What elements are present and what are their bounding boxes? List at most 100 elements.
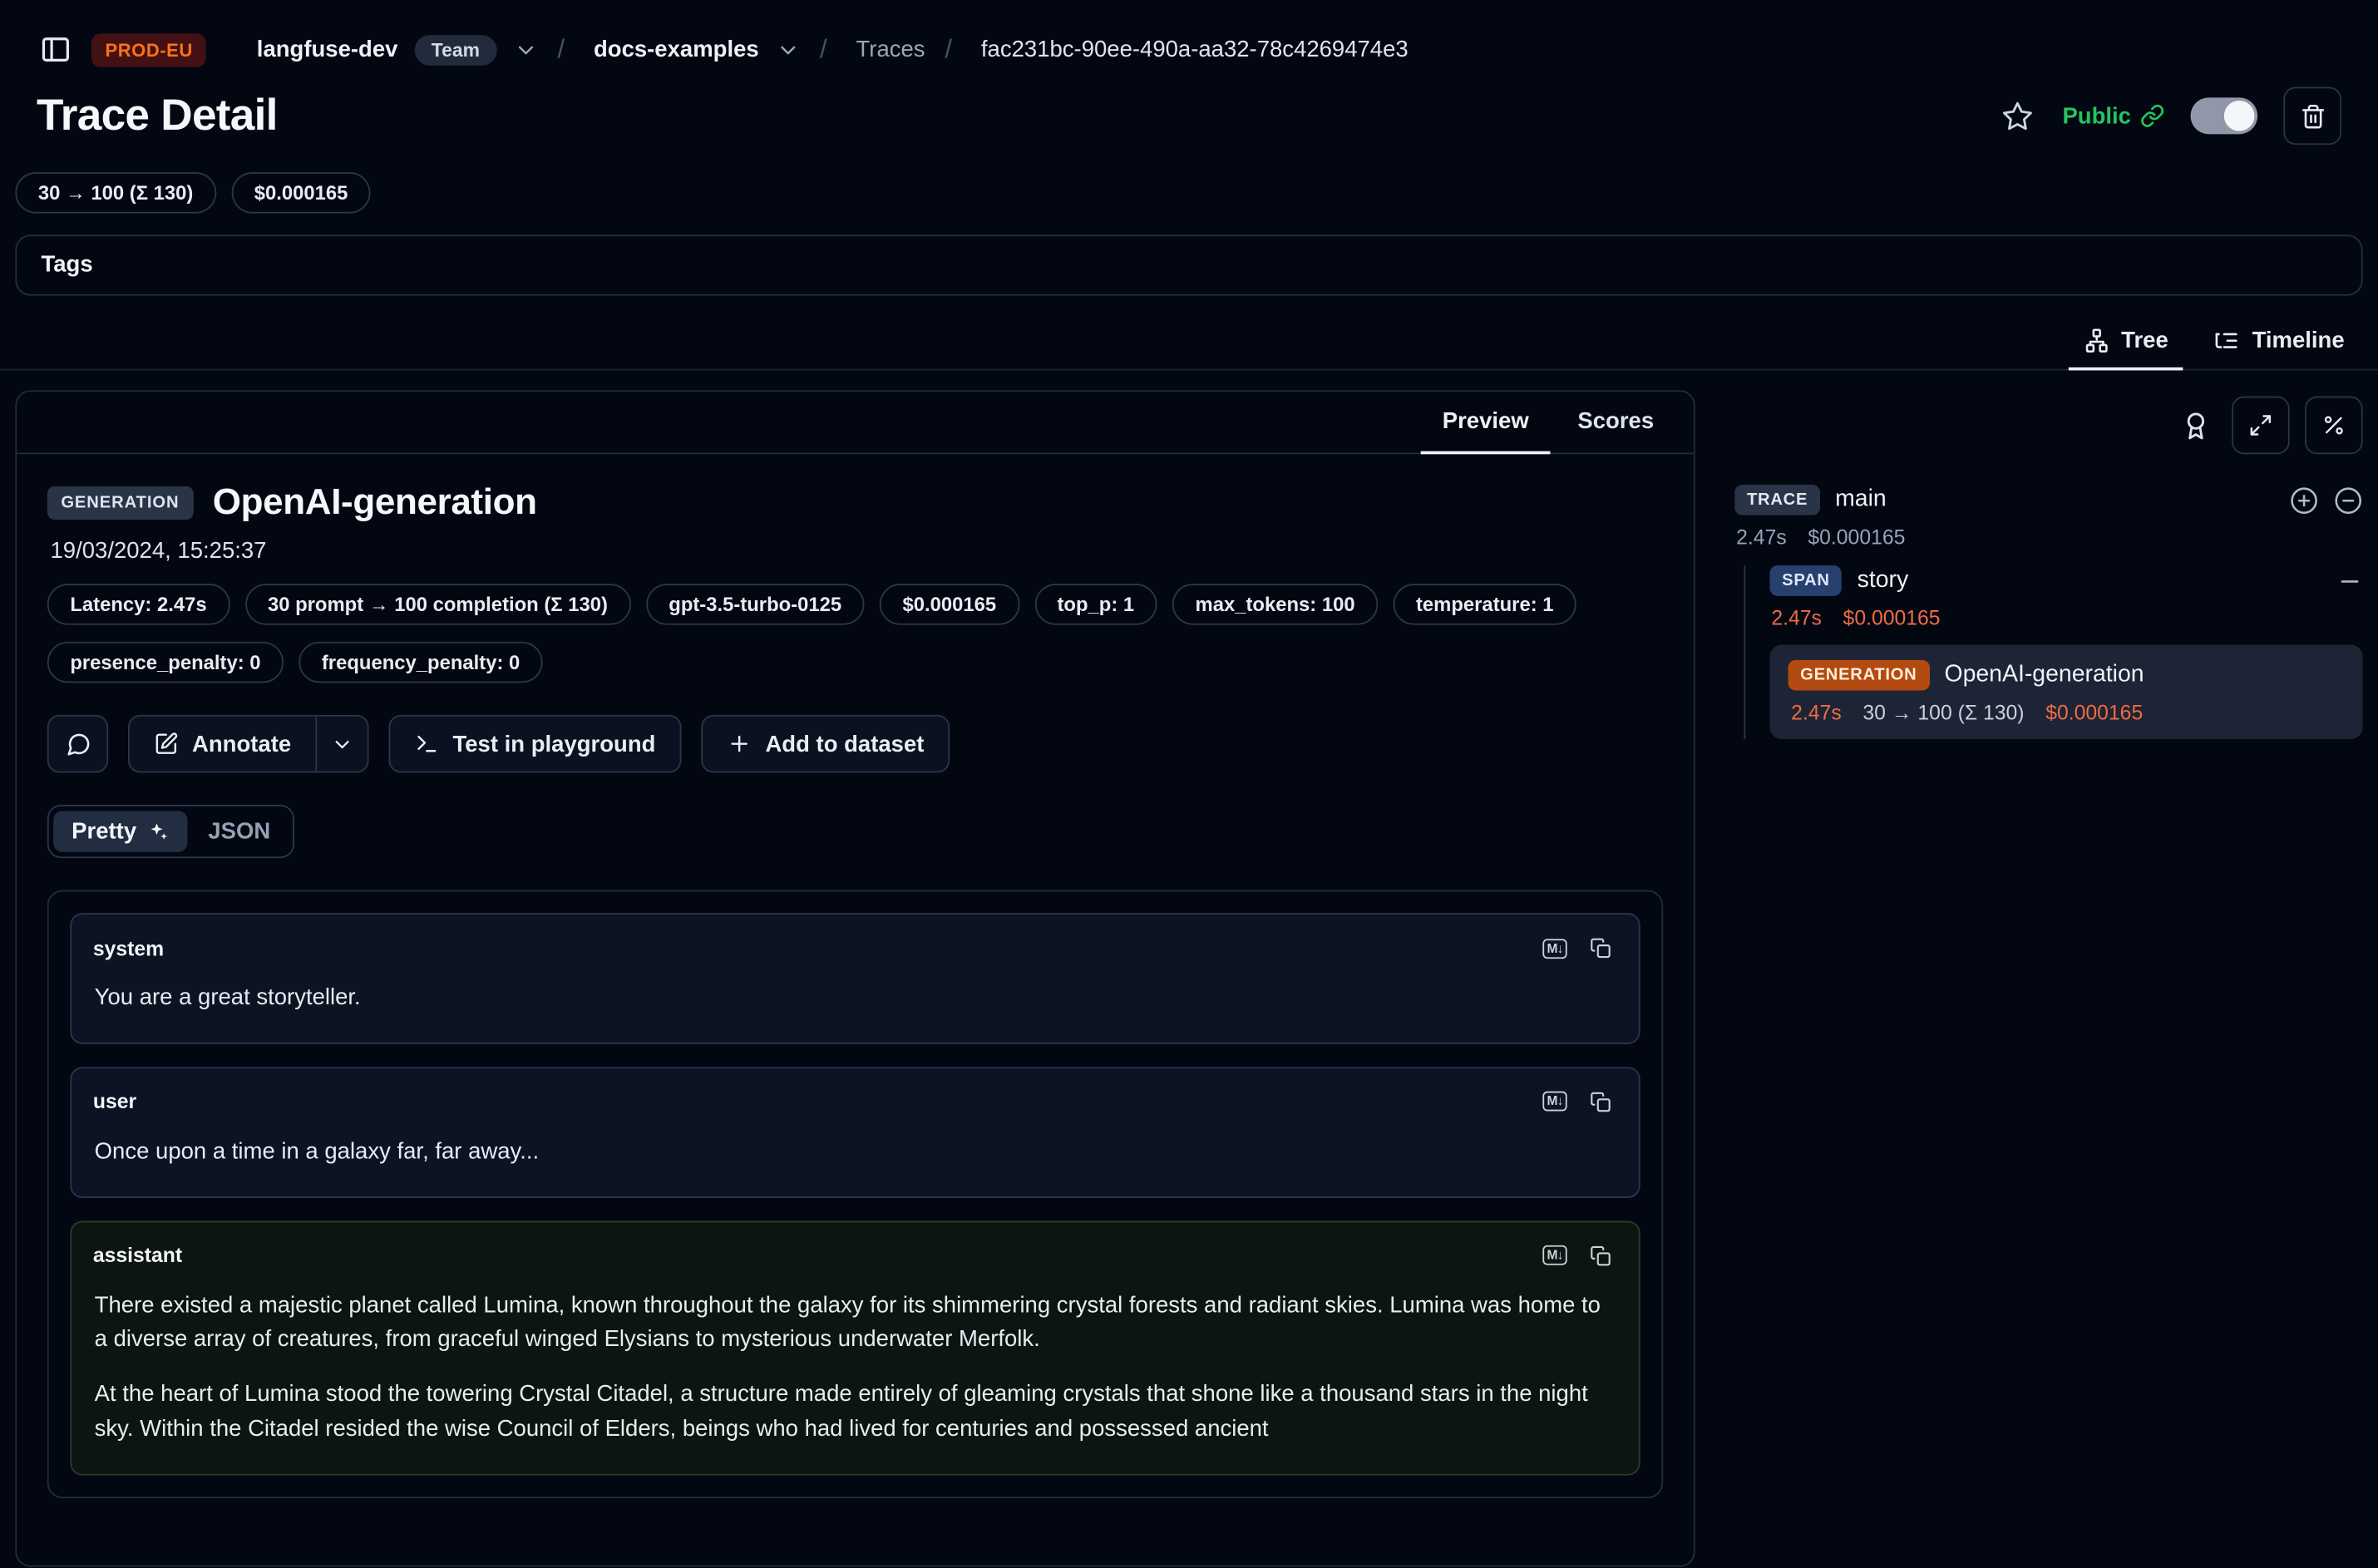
markdown-toggle-button[interactable]: M↓ [1535,929,1575,966]
tree-icon [2083,328,2109,353]
tree-node-generation-selected[interactable]: GENERATION OpenAI-generation 2.47s 30 → … [1769,644,2362,739]
format-toggle: Pretty JSON [47,805,295,858]
org-switcher-chevron[interactable] [513,37,537,62]
sidebar-toggle-button[interactable] [37,31,75,69]
bookmark-star-button[interactable] [1998,96,2036,135]
trace-cost: $0.000165 [1808,525,1905,549]
message-header: assistant M↓ [72,1222,1639,1277]
collapse-node-button[interactable] [2336,568,2362,594]
trace-tree-panel: TRACE main 2.47s $0.000165 [1734,390,2362,739]
tags-section[interactable]: Tags [15,234,2362,295]
delete-trace-button[interactable] [2283,86,2341,145]
trace-name: main [1835,486,1887,514]
latency-badge: Latency: 2.47s [47,584,229,624]
markdown-toggle-button[interactable]: M↓ [1535,1083,1575,1120]
message-role: user [93,1090,136,1113]
maximize-icon [2248,413,2272,437]
annotate-dropdown-button[interactable] [317,715,368,773]
span-badge: SPAN [1769,565,1842,596]
tree-toolbar [1734,397,2362,455]
observation-title: OpenAI-generation [213,481,537,524]
tree-expand-controls [2290,486,2363,515]
bookmark-ribbon-button[interactable] [2175,405,2217,446]
terminal-icon [415,732,439,756]
observation-header: GENERATION OpenAI-generation [47,481,1663,524]
tree-node-trace[interactable]: TRACE main [1734,485,2362,515]
format-json-button[interactable]: JSON [190,811,289,851]
expand-view-button[interactable] [2232,397,2290,455]
copy-button[interactable] [1581,1237,1621,1274]
project-switcher-chevron[interactable] [776,37,800,62]
tab-preview[interactable]: Preview [1421,392,1550,454]
cost-badge: $0.000165 [880,584,1019,624]
breadcrumb-project[interactable]: docs-examples [594,37,759,62]
format-pretty-button[interactable]: Pretty [53,811,186,851]
copy-button[interactable] [1581,929,1621,966]
main-content: Preview Scores GENERATION OpenAI-generat… [0,370,2378,1566]
message-header: system M↓ [72,915,1639,969]
trace-latency: 2.47s [1736,525,1787,549]
temperature-badge: temperature: 1 [1393,584,1576,624]
observation-param-badges: Latency: 2.47s 30 prompt → 100 completio… [47,584,1663,683]
message-card-system: system M↓ You are a great storyteller. [70,913,1640,1043]
minus-icon [2336,568,2362,594]
message-content: You are a great storyteller. [72,969,1639,1043]
message-header-actions: M↓ [1535,1083,1621,1120]
public-toggle[interactable] [2190,97,2257,134]
show-percentages-button[interactable] [2305,397,2363,455]
test-in-playground-button[interactable]: Test in playground [388,715,681,773]
generation-usage: 30 → 100 (Σ 130) [1862,701,2024,724]
message-role: system [93,937,164,960]
message-card-assistant: assistant M↓ There existed a majestic pl… [70,1220,1640,1476]
messages-container: system M↓ You are a great storyteller. [47,890,1663,1498]
org-type-pill: Team [415,34,497,65]
message-content: Once upon a time in a galaxy far, far aw… [72,1123,1639,1196]
trace-children: SPAN story 2.47s $0.000165 GENERATION [1744,565,2362,739]
timeline-icon [2214,328,2240,353]
tab-timeline[interactable]: Timeline [2198,314,2360,371]
tab-scores[interactable]: Scores [1557,392,1675,454]
generation-metrics: 2.47s 30 → 100 (Σ 130) $0.000165 [1791,701,2344,724]
observation-body: GENERATION OpenAI-generation 19/03/2024,… [17,454,1694,1528]
tab-tree[interactable]: Tree [2068,314,2183,371]
generation-badge: GENERATION [1788,660,1929,691]
collapse-all-button[interactable] [2334,486,2363,515]
copy-button[interactable] [1581,1083,1621,1120]
span-name: story [1858,567,1909,594]
page-title: Trace Detail [37,91,278,141]
breadcrumb-separator: / [945,34,952,65]
observation-type-badge: GENERATION [47,486,193,520]
model-badge[interactable]: gpt-3.5-turbo-0125 [646,584,865,624]
token-usage-badge: 30 prompt → 100 completion (Σ 130) [244,584,630,624]
markdown-toggle-button[interactable]: M↓ [1535,1237,1575,1274]
comment-button[interactable] [47,715,108,773]
frequency-penalty-badge: frequency_penalty: 0 [298,642,542,683]
copy-icon [1590,1091,1611,1112]
breadcrumb-org[interactable]: langfuse-dev [257,37,398,62]
annotate-button[interactable]: Annotate [128,715,317,773]
observation-panel: Preview Scores GENERATION OpenAI-generat… [15,390,1695,1566]
tree-node-span[interactable]: SPAN story [1769,565,2362,596]
expand-all-button[interactable] [2290,486,2319,515]
observation-actions: Annotate Test in playground Add to datas… [47,715,1663,773]
total-cost-badge: $0.000165 [231,172,371,213]
breadcrumb-traces-link[interactable]: Traces [856,37,925,62]
message-content: There existed a majestic planet called L… [72,1277,1639,1474]
environment-badge: PROD-EU [91,32,206,66]
tags-label: Tags [41,251,92,277]
add-to-dataset-label: Add to dataset [765,731,924,757]
chevron-down-icon [331,732,353,755]
plus-circle-icon [2290,486,2319,515]
trace-detail-page: PROD-EU langfuse-dev Team / docs-example… [0,0,2378,1568]
add-to-dataset-button[interactable]: Add to dataset [701,715,950,773]
assistant-paragraph: There existed a majestic planet called L… [95,1289,1616,1358]
presence-penalty-badge: presence_penalty: 0 [47,642,284,683]
span-cost: $0.000165 [1843,607,1941,629]
generation-name: OpenAI-generation [1944,662,2144,689]
award-icon [2181,411,2210,440]
star-icon [2001,100,2033,131]
link-icon [2140,104,2164,128]
public-link[interactable]: Public [2062,103,2164,129]
span-metrics: 2.47s $0.000165 [1771,607,2362,629]
toggle-knob [2224,101,2255,131]
